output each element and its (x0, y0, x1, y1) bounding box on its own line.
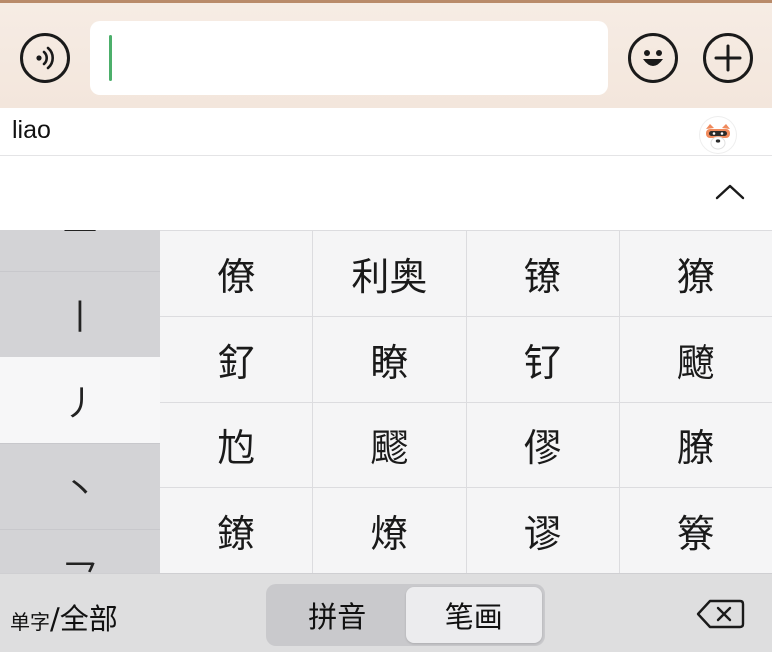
candidate-item[interactable]: 釕 (160, 316, 313, 402)
candidate-item[interactable]: 僚 (160, 231, 313, 316)
composition-row: liao (0, 108, 772, 156)
candidate-item[interactable]: 燎 (313, 488, 466, 573)
mode-pinyin-button[interactable]: 拼音 (269, 587, 406, 643)
smiley-icon (643, 50, 663, 66)
candidate-item[interactable]: 簝 (619, 488, 772, 573)
emoji-button[interactable] (628, 33, 678, 83)
scope-single-label: 单字 (10, 610, 50, 634)
stroke-filter-item[interactable]: 丶 (0, 443, 160, 529)
plus-icon (714, 44, 742, 72)
candidate-item[interactable]: 利奥 (313, 231, 466, 316)
candidate-item[interactable]: 钌 (466, 316, 619, 402)
candidate-item[interactable]: 膫 (619, 402, 772, 488)
candidate-grid: 僚 利奥 镣 獠 釕 瞭 钌 飉 尥 飂 僇 膫 鐐 燎 谬 簝 (160, 230, 772, 573)
candidate-item[interactable]: 僇 (466, 402, 619, 488)
candidate-item[interactable]: 瞭 (313, 316, 466, 402)
input-bar (0, 0, 772, 108)
candidate-item[interactable]: 鐐 (160, 488, 313, 573)
bot-avatar-icon[interactable] (700, 117, 736, 153)
stroke-filter-item-selected[interactable]: 丿 (0, 357, 160, 443)
candidate-item[interactable]: 谬 (466, 488, 619, 573)
scope-separator: / (50, 602, 60, 636)
backspace-button[interactable] (696, 598, 746, 630)
message-input[interactable] (90, 21, 608, 95)
candidate-item[interactable]: 飉 (619, 316, 772, 402)
stroke-filter-item[interactable]: 乛 (0, 529, 160, 573)
candidate-item[interactable]: 飂 (313, 402, 466, 488)
more-button[interactable] (703, 33, 753, 83)
candidate-item[interactable]: 镣 (466, 231, 619, 316)
input-mode-segmented-control: 拼音 笔画 (266, 584, 545, 646)
scope-toggle[interactable]: 单字/全部 (10, 596, 118, 638)
candidate-bar (0, 156, 772, 230)
mode-stroke-button[interactable]: 笔画 (405, 587, 542, 643)
voice-input-button[interactable] (20, 33, 70, 83)
stroke-filter-item[interactable]: 丨 (0, 271, 160, 357)
voice-wave-icon (36, 46, 54, 70)
scope-all-label: 全部 (59, 602, 118, 636)
stroke-filter-item[interactable]: 一 (0, 230, 160, 271)
backspace-icon (696, 599, 745, 629)
stroke-filter-list[interactable]: 一 丨 丿 丶 乛 (0, 230, 160, 573)
chevron-up-icon (715, 184, 745, 200)
pinyin-composition: liao (12, 116, 51, 144)
candidate-item[interactable]: 獠 (619, 231, 772, 316)
candidate-item[interactable]: 尥 (160, 402, 313, 488)
text-caret (109, 35, 112, 81)
expand-candidates-button[interactable] (712, 176, 748, 206)
keyboard-bottom-bar: 单字/全部 拼音 笔画 (0, 573, 772, 652)
